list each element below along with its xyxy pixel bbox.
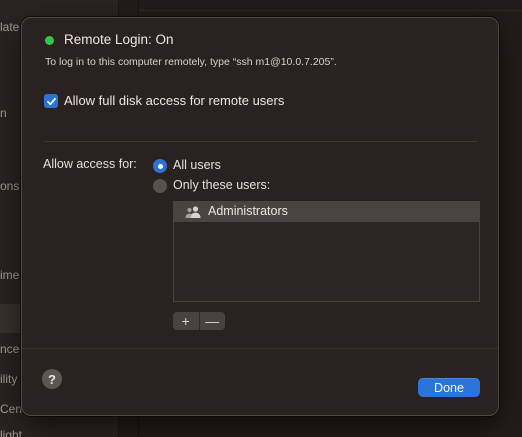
bg-sidebar-text: light [0,428,23,437]
status-indicator-icon [45,36,54,45]
bg-sidebar-text: late [0,20,20,34]
only-these-users-label[interactable]: Only these users: [173,178,270,192]
ssh-instructions: To log in to this computer remotely, typ… [45,56,337,68]
bg-sidebar-text: ime [0,268,20,282]
help-button[interactable]: ? [42,369,62,389]
bg-divider-top [139,10,522,11]
bg-sidebar-text: ons [0,179,20,193]
remove-user-button[interactable]: — [198,312,226,330]
bg-sidebar-text: n [0,106,7,120]
bg-sidebar-text: nce [0,342,20,356]
remote-login-sheet: Remote Login: On To log in to this compu… [21,17,499,416]
allow-access-label: Allow access for: [43,157,137,171]
users-list[interactable]: Administrators [173,201,480,302]
all-users-radio[interactable] [153,159,167,173]
section-divider [44,141,477,142]
full-disk-access-checkbox[interactable] [44,94,58,108]
bg-sidebar-text: Cen [0,402,23,416]
group-icon [185,206,201,218]
footer-divider [22,348,498,349]
checkmark-icon [46,97,56,105]
only-these-users-radio[interactable] [153,179,167,193]
list-item[interactable]: Administrators [174,202,479,222]
bg-sidebar-text: ility [0,372,18,386]
add-remove-buttons: + — [173,312,225,330]
add-user-button[interactable]: + [173,312,199,330]
all-users-label[interactable]: All users [173,158,221,172]
full-disk-access-label[interactable]: Allow full disk access for remote users [64,93,284,108]
done-button[interactable]: Done [418,378,480,397]
list-item-label: Administrators [208,204,288,218]
status-title: Remote Login: On [64,32,174,47]
